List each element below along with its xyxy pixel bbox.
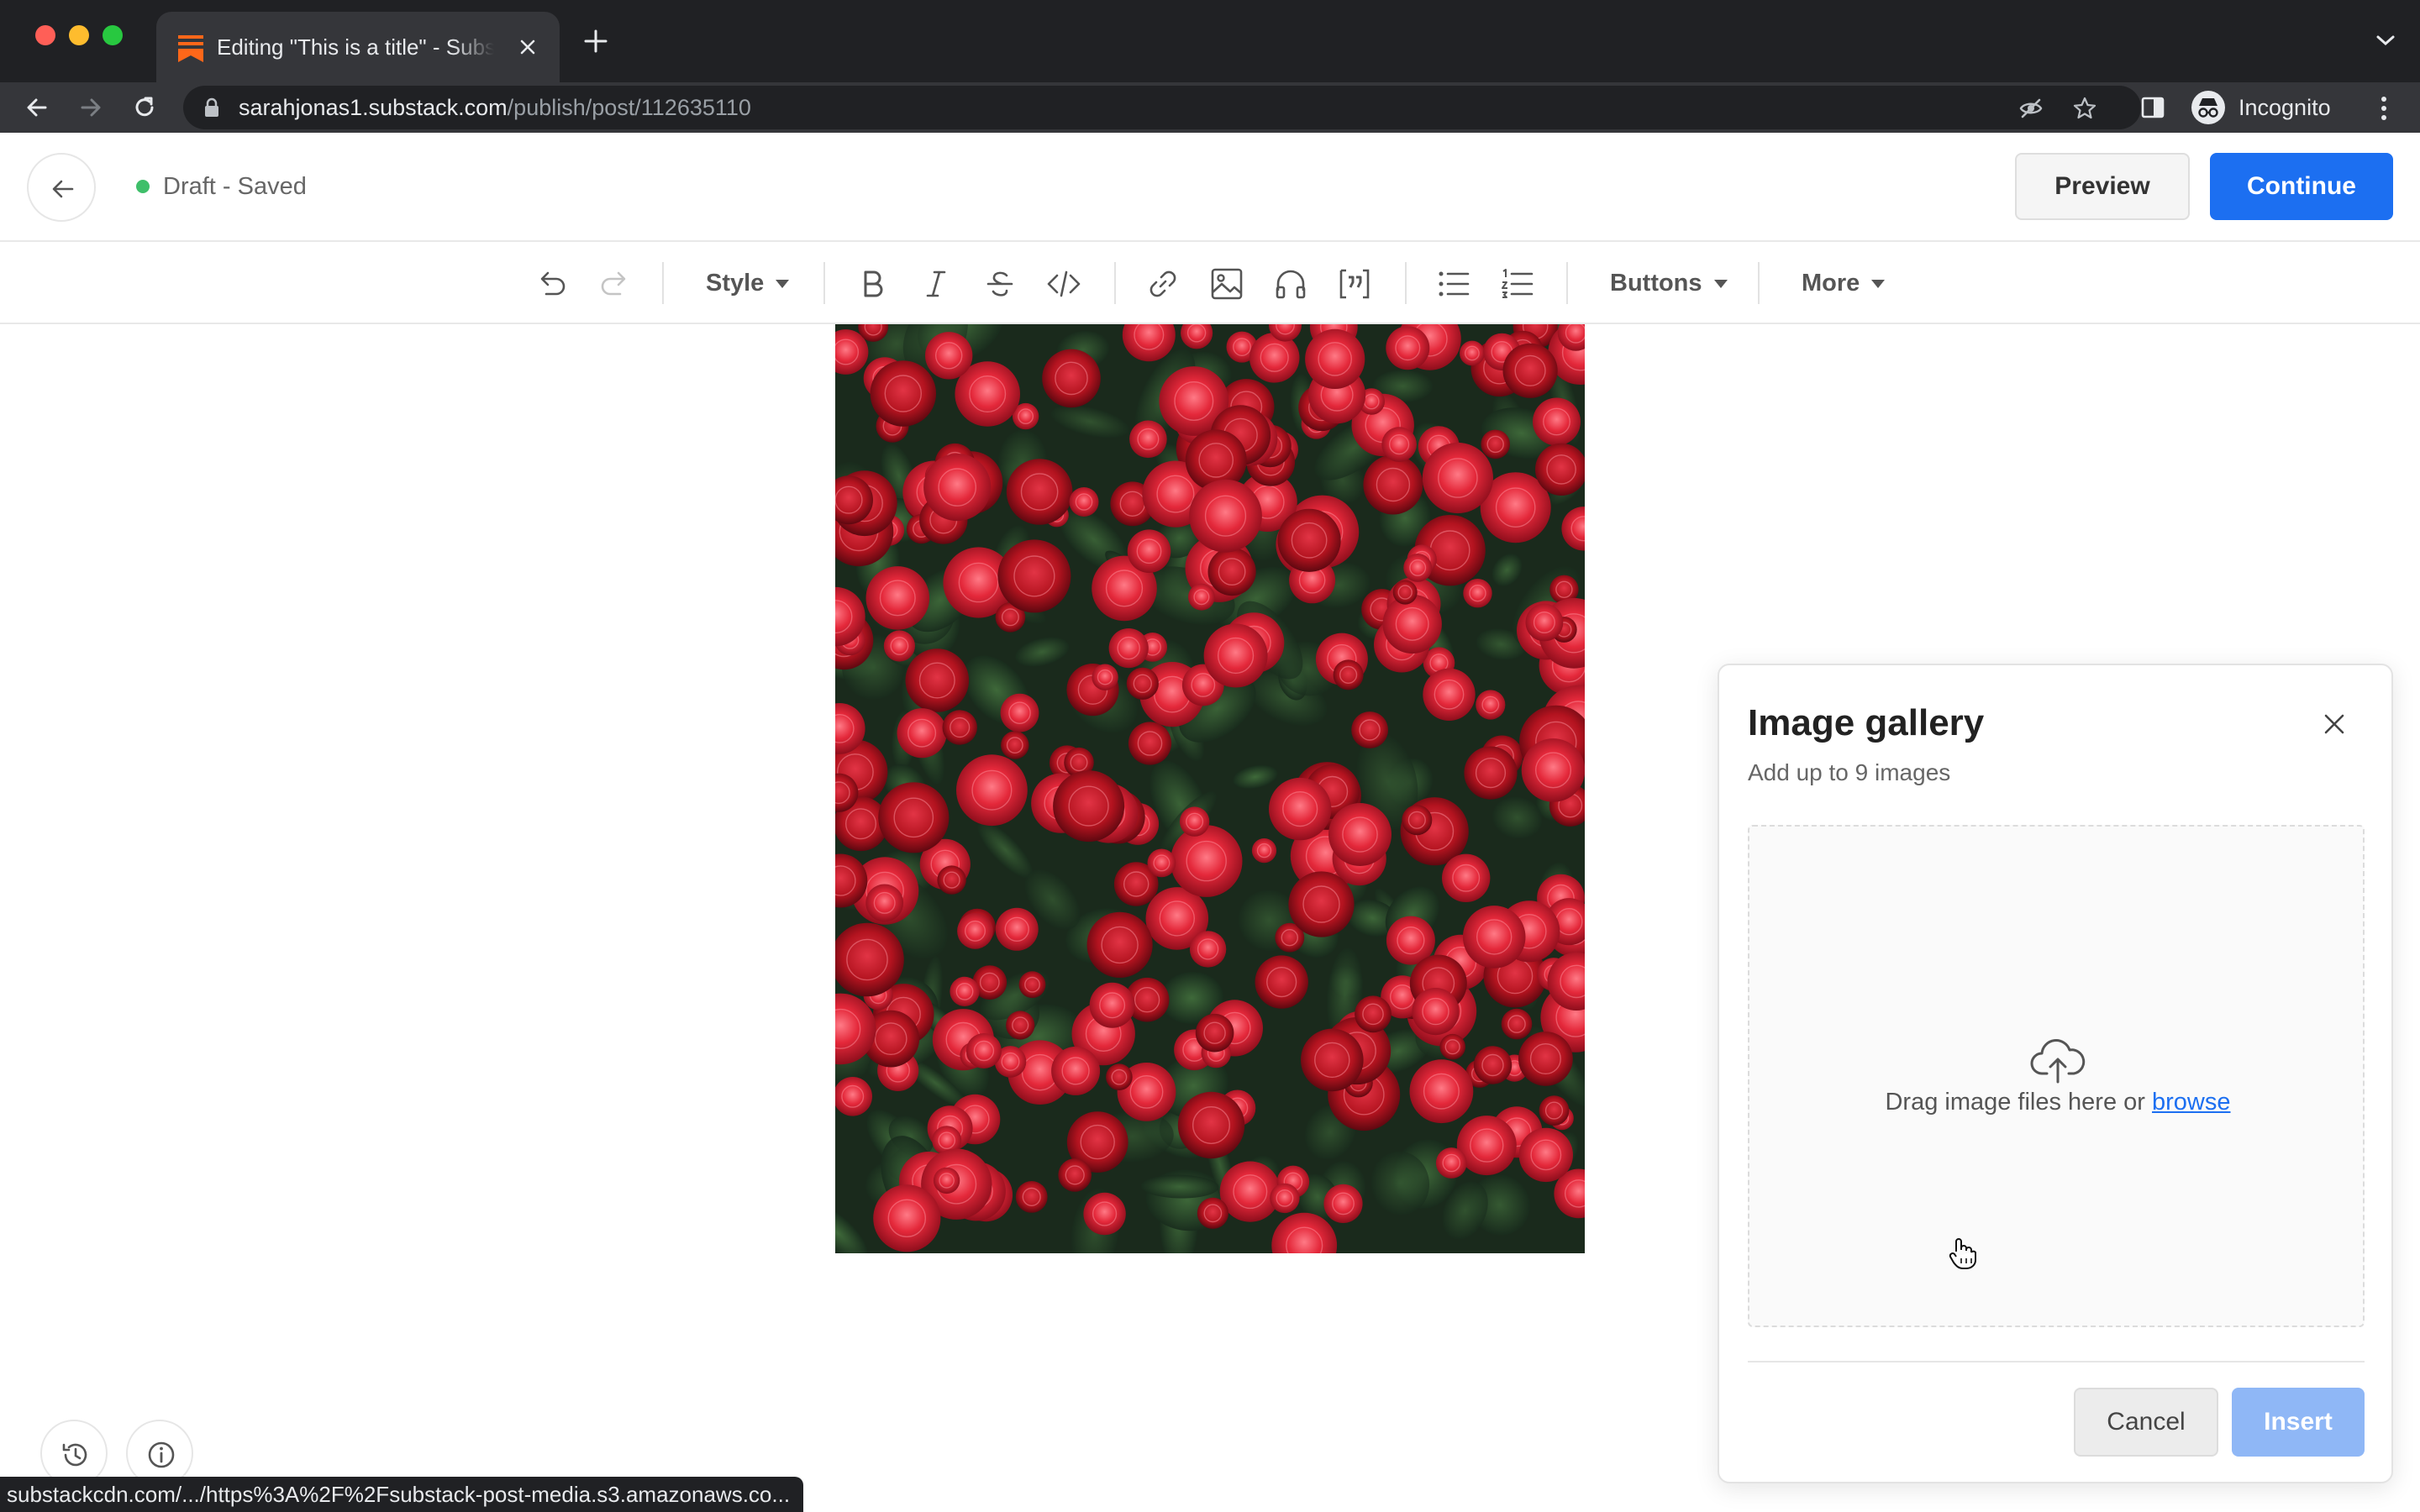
toolbar-divider [1758, 262, 1760, 304]
flower-photo [835, 324, 1585, 1253]
toolbar-divider [1114, 262, 1116, 304]
url-path: /publish/post/112635110 [507, 95, 751, 120]
tab-title: Editing "This is a title" - Substack [217, 34, 494, 60]
close-window-button[interactable] [35, 25, 55, 45]
undo-icon[interactable] [533, 265, 570, 302]
incognito-avatar [2191, 91, 2225, 124]
lock-icon[interactable] [203, 97, 220, 118]
draft-status: Draft - Saved [163, 173, 307, 200]
url-host: sarahjonas1.substack.com [239, 95, 508, 120]
bookmark-star-icon[interactable] [2072, 96, 2097, 121]
numbered-list-icon[interactable] [1499, 265, 1536, 302]
caret-down-icon [1713, 280, 1728, 289]
quote-icon[interactable] [1336, 265, 1373, 302]
bullet-list-icon[interactable] [1435, 265, 1472, 302]
modal-subtitle: Add up to 9 images [1748, 759, 1951, 785]
dropzone-instructions: Drag image files here or browse [1749, 1089, 2366, 1116]
close-icon[interactable] [2319, 709, 2349, 739]
buttons-dropdown-label: Buttons [1610, 270, 1702, 297]
toolbar-divider [1405, 262, 1407, 304]
browser-link-status-bar: substackcdn.com/.../https%3A%2F%2Fsubsta… [0, 1477, 803, 1512]
substack-favicon-icon [178, 35, 203, 62]
more-dropdown-label: More [1802, 270, 1860, 297]
history-icon [62, 1443, 87, 1467]
browser-tab-active[interactable]: Editing "This is a title" - Substack [156, 12, 560, 82]
cancel-button[interactable]: Cancel [2074, 1388, 2218, 1457]
bold-icon[interactable] [854, 265, 891, 302]
buttons-dropdown[interactable]: Buttons [1610, 264, 1728, 302]
caret-down-icon [776, 280, 790, 289]
eye-slash-icon[interactable] [2018, 96, 2044, 121]
toolbar-divider [823, 262, 825, 304]
forward-arrow-icon[interactable] [76, 92, 106, 123]
image-dropzone[interactable]: Drag image files here or browse [1748, 825, 2365, 1327]
image-gallery-modal: Image gallery Add up to 9 images Drag im… [1718, 664, 2393, 1483]
italic-icon[interactable] [918, 265, 955, 302]
style-dropdown-label: Style [706, 270, 765, 297]
incognito-profile-button[interactable]: Incognito [2188, 87, 2351, 128]
formatting-toolbar: Style Buttons More [0, 242, 2420, 324]
incognito-label: Incognito [2238, 95, 2331, 120]
modal-title: Image gallery [1748, 702, 1985, 743]
style-dropdown[interactable]: Style [706, 264, 790, 302]
cloud-upload-icon [2030, 1039, 2086, 1084]
side-panel-icon[interactable] [2139, 94, 2166, 121]
caret-down-icon [1871, 280, 1886, 289]
continue-button[interactable]: Continue [2210, 153, 2393, 220]
preview-button[interactable]: Preview [2015, 153, 2190, 220]
back-arrow-icon[interactable] [22, 92, 52, 123]
link-icon[interactable] [1144, 265, 1181, 302]
url-text: sarahjonas1.substack.com/publish/post/11… [239, 86, 751, 129]
image-icon[interactable] [1208, 265, 1245, 302]
editor-header: Draft - Saved Preview Continue [0, 133, 2420, 242]
hand-pointer-cursor-icon [1949, 1238, 1976, 1269]
strikethrough-icon[interactable] [981, 265, 1018, 302]
insert-button[interactable]: Insert [2232, 1388, 2365, 1457]
code-icon[interactable] [1045, 265, 1082, 302]
browser-menu-kebab-icon[interactable] [2371, 94, 2396, 123]
back-button[interactable] [27, 153, 96, 222]
info-icon [148, 1441, 175, 1468]
modal-divider [1748, 1361, 2365, 1362]
drop-text: Drag image files here or [1885, 1089, 2145, 1116]
post-image-red-flowers[interactable] [835, 324, 1585, 1253]
new-tab-plus-icon[interactable] [581, 27, 610, 55]
browse-link[interactable]: browse [2152, 1089, 2231, 1116]
minimize-window-button[interactable] [69, 25, 89, 45]
browser-address-bar: sarahjonas1.substack.com/publish/post/11… [0, 82, 2420, 133]
toolbar-divider [662, 262, 664, 304]
browser-tab-bar: Editing "This is a title" - Substack [0, 0, 2420, 82]
audio-headphones-icon[interactable] [1272, 265, 1309, 302]
reload-icon[interactable] [129, 92, 160, 123]
more-dropdown[interactable]: More [1802, 264, 1886, 302]
incognito-spy-icon [2198, 98, 2218, 118]
saved-status-dot [136, 180, 150, 193]
tab-search-chevron-icon[interactable] [2375, 32, 2396, 49]
tab-close-icon[interactable] [518, 37, 538, 57]
back-arrow-icon [52, 180, 74, 198]
maximize-window-button[interactable] [103, 25, 123, 45]
toolbar-divider [1566, 262, 1568, 304]
url-omnibox[interactable]: sarahjonas1.substack.com/publish/post/11… [183, 86, 2141, 129]
redo-icon[interactable] [597, 265, 634, 302]
